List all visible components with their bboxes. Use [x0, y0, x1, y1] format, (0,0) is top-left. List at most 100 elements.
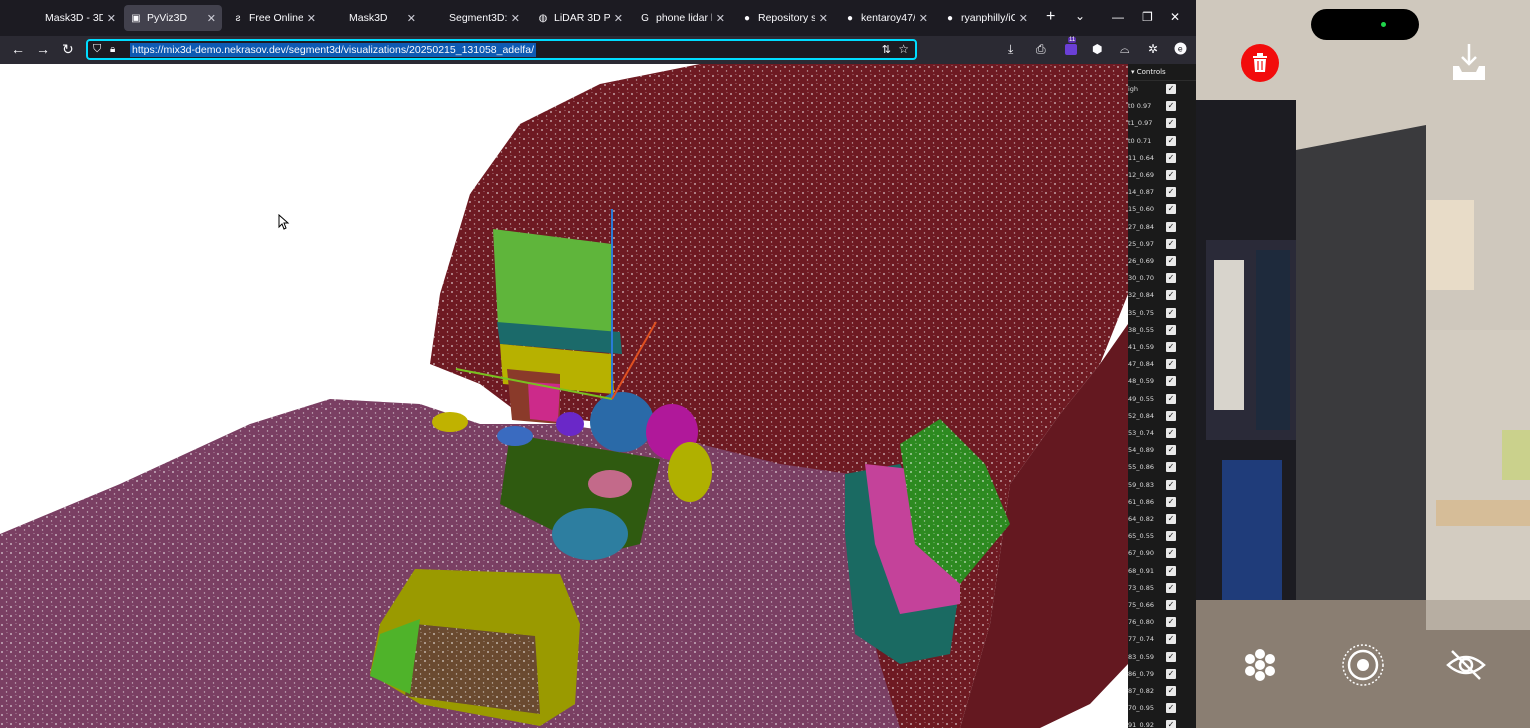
account-avatar[interactable]: e: [1174, 42, 1187, 58]
extension-icon[interactable]: 11: [1064, 37, 1078, 59]
visibility-checkbox[interactable]: ✓: [1166, 565, 1176, 576]
forward-arrow-icon[interactable]: →: [36, 41, 50, 57]
control-row[interactable]: 53_0.74 ✓: [1128, 425, 1196, 442]
visibility-checkbox[interactable]: ✓: [1166, 634, 1176, 645]
segmented-pointcloud-render[interactable]: [0, 64, 1128, 728]
visibility-checkbox[interactable]: ✓: [1166, 651, 1176, 662]
back-arrow-icon[interactable]: ←: [11, 41, 25, 57]
visibility-checkbox[interactable]: ✓: [1166, 428, 1176, 438]
close-window-icon[interactable]: ✕: [1170, 10, 1180, 24]
visibility-checkbox[interactable]: ✓: [1166, 221, 1176, 232]
restore-window-icon[interactable]: ❐: [1142, 10, 1153, 24]
control-row[interactable]: 67_0.90 ✓: [1128, 545, 1196, 562]
visibility-checkbox[interactable]: ✓: [1166, 273, 1176, 284]
control-row[interactable]: 76_0.80 ✓: [1128, 614, 1196, 631]
visibility-checkbox[interactable]: ✓: [1166, 170, 1176, 180]
tracking-protection-shield-icon[interactable]: ⛉: [93, 43, 107, 56]
control-row[interactable]: 75_0.66 ✓: [1128, 597, 1196, 614]
visibility-checkbox[interactable]: ✓: [1166, 101, 1176, 112]
visibility-checkbox[interactable]: ✓: [1166, 135, 1176, 146]
close-tab-icon[interactable]: ✕: [207, 12, 216, 25]
visibility-checkbox[interactable]: ✓: [1166, 582, 1176, 593]
visibility-checkbox[interactable]: ✓: [1166, 496, 1176, 507]
close-tab-icon[interactable]: ✕: [614, 12, 623, 25]
record-button[interactable]: [1341, 643, 1385, 687]
control-row[interactable]: 15_0.60 ✓: [1128, 201, 1196, 218]
control-row[interactable]: 73_0.85 ✓: [1128, 580, 1196, 597]
visibility-checkbox[interactable]: ✓: [1166, 152, 1176, 163]
pointcloud-viewport[interactable]: [0, 64, 1128, 728]
control-row[interactable]: igh ✓: [1128, 81, 1196, 98]
close-tab-icon[interactable]: ✕: [1019, 12, 1028, 25]
control-row[interactable]: 30_0.70 ✓: [1128, 270, 1196, 287]
control-row[interactable]: 77_0.74 ✓: [1128, 631, 1196, 648]
vr-extension-icon[interactable]: ⌓: [1120, 42, 1130, 57]
control-row[interactable]: 12_0.69 ✓: [1128, 167, 1196, 184]
visibility-checkbox[interactable]: ✓: [1166, 445, 1176, 456]
visibility-checkbox[interactable]: ✓: [1166, 600, 1176, 610]
visibility-checkbox[interactable]: ✓: [1166, 342, 1176, 352]
downloads-icon[interactable]: ⤓: [1008, 42, 1013, 57]
control-row[interactable]: 91_0.92 ✓: [1128, 717, 1196, 728]
visibility-checkbox[interactable]: ✓: [1166, 393, 1176, 404]
visibility-checkbox[interactable]: ✓: [1166, 118, 1176, 129]
control-row[interactable]: 32_0.84 ✓: [1128, 287, 1196, 304]
control-row[interactable]: 35_0.75 ✓: [1128, 305, 1196, 322]
browser-tab[interactable]: ƨ Free Online Too ✕: [226, 5, 322, 31]
control-row[interactable]: 54_0.89 ✓: [1128, 442, 1196, 459]
control-row[interactable]: 64_0.82 ✓: [1128, 511, 1196, 528]
control-row[interactable]: 83_0.59 ✓: [1128, 649, 1196, 666]
browser-tab[interactable]: Mask3D ✕: [326, 5, 422, 31]
reader-view-icon[interactable]: ⇅: [882, 43, 891, 56]
control-row[interactable]: 59_0.83 ✓: [1128, 477, 1196, 494]
hide-overlay-button[interactable]: [1444, 643, 1488, 687]
visibility-checkbox[interactable]: ✓: [1166, 703, 1176, 714]
control-row[interactable]: 87_0.82 ✓: [1128, 683, 1196, 700]
visibility-checkbox[interactable]: ✓: [1166, 462, 1176, 473]
bookmark-star-icon[interactable]: ☆: [898, 42, 909, 56]
control-row[interactable]: 61_0.86 ✓: [1128, 494, 1196, 511]
control-row[interactable]: t0 0.97 ✓: [1128, 98, 1196, 115]
visibility-checkbox[interactable]: ✓: [1166, 290, 1176, 301]
control-row[interactable]: 52_0.84 ✓: [1128, 408, 1196, 425]
control-row[interactable]: 65_0.55 ✓: [1128, 528, 1196, 545]
control-row[interactable]: t1_0.97 ✓: [1128, 115, 1196, 132]
visibility-checkbox[interactable]: ✓: [1166, 617, 1176, 628]
visibility-checkbox[interactable]: ✓: [1166, 531, 1176, 542]
visibility-checkbox[interactable]: ✓: [1166, 359, 1176, 370]
control-row[interactable]: 26_0.69 ✓: [1128, 253, 1196, 270]
control-row[interactable]: 47_0.84 ✓: [1128, 356, 1196, 373]
close-tab-icon[interactable]: ✕: [511, 12, 520, 25]
url-text[interactable]: https://mix3d-demo.nekrasov.dev/segment3…: [130, 42, 536, 57]
control-row[interactable]: 70_0.95 ✓: [1128, 700, 1196, 717]
save-download-button[interactable]: [1449, 42, 1489, 84]
visibility-checkbox[interactable]: ✓: [1166, 410, 1176, 421]
control-row[interactable]: 27_0.84 ✓: [1128, 219, 1196, 236]
browser-tab[interactable]: ◍ LiDAR 3D Point ✕: [531, 5, 629, 31]
browser-tab[interactable]: Gphone lidar lib ✕: [633, 5, 731, 31]
control-row[interactable]: t0 0.71 ✓: [1128, 133, 1196, 150]
points-mode-button[interactable]: [1238, 643, 1282, 687]
reload-icon[interactable]: ↻: [62, 41, 74, 58]
shield-extension-icon[interactable]: ⬢: [1092, 42, 1102, 56]
print-icon[interactable]: ⎙: [1036, 42, 1046, 57]
control-row[interactable]: 86_0.79 ✓: [1128, 666, 1196, 683]
control-row[interactable]: 11_0.64 ✓: [1128, 150, 1196, 167]
visibility-checkbox[interactable]: ✓: [1166, 548, 1176, 559]
close-tab-icon[interactable]: ✕: [919, 12, 928, 25]
url-bar[interactable]: ⛉ 🔒︎ https://mix3d-demo.nekrasov.dev/seg…: [86, 39, 917, 60]
controls-header[interactable]: ▾ Controls: [1128, 64, 1196, 81]
visibility-checkbox[interactable]: ✓: [1166, 720, 1176, 728]
visibility-checkbox[interactable]: ✓: [1166, 307, 1176, 318]
close-tab-icon[interactable]: ✕: [716, 12, 725, 25]
visibility-checkbox[interactable]: ✓: [1166, 84, 1176, 94]
visibility-checkbox[interactable]: ✓: [1166, 256, 1176, 266]
close-tab-icon[interactable]: ✕: [107, 12, 116, 25]
control-row[interactable]: 38_0.55 ✓: [1128, 322, 1196, 339]
browser-tab[interactable]: Segment3D: Learnin ✕: [426, 5, 526, 31]
control-row[interactable]: 48_0.59 ✓: [1128, 373, 1196, 390]
new-tab-button[interactable]: +: [1046, 8, 1055, 26]
extensions-puzzle-icon[interactable]: ✲: [1148, 42, 1158, 56]
browser-tab[interactable]: ▣ PyViz3D ✕: [124, 5, 222, 31]
control-row[interactable]: 55_0.86 ✓: [1128, 459, 1196, 476]
